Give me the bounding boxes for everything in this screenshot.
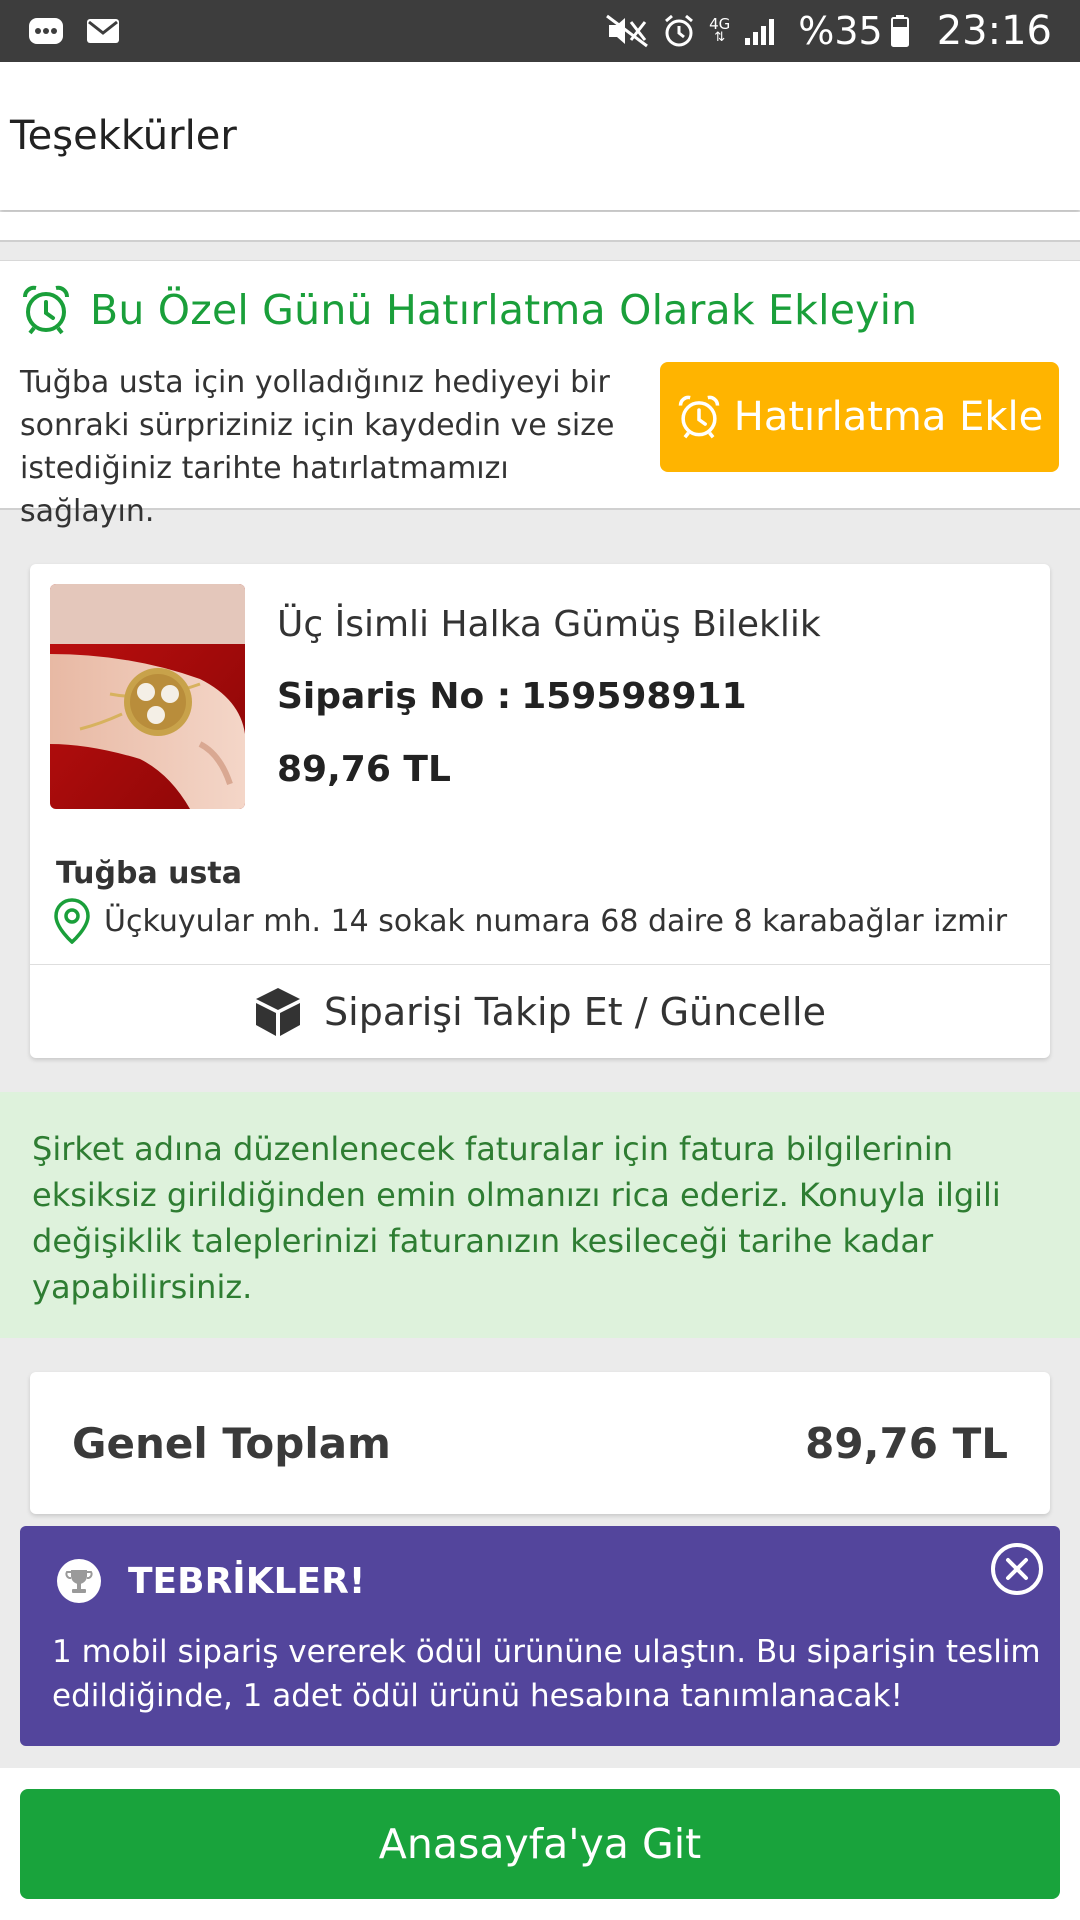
close-icon[interactable] [990, 1542, 1044, 1596]
reminder-card: Bu Özel Günü Hatırlatma Olarak Ekleyin T… [0, 260, 1080, 529]
go-home-label: Anasayfa'ya Git [378, 1820, 702, 1868]
status-bar: 4G ⇅ %35 23:16 [0, 0, 1080, 62]
battery-icon [890, 15, 909, 47]
product-image[interactable] [50, 584, 245, 809]
order-number-value: 159598911 [521, 676, 747, 717]
congrats-title: TEBRİKLER! [128, 1560, 366, 1602]
congrats-heading: TEBRİKLER! [56, 1558, 365, 1604]
mail-icon [86, 17, 120, 45]
network-label: 4G [709, 15, 731, 33]
package-icon [254, 986, 302, 1038]
page-title: Teşekkürler [10, 113, 237, 159]
mute-icon [605, 14, 649, 48]
app-header: Teşekkürler [0, 62, 1080, 210]
product-name: Üç İsimli Halka Gümüş Bileklik [277, 604, 821, 645]
recipient-name: Tuğba usta [56, 856, 242, 891]
alarm-clock-icon [676, 395, 722, 439]
reminder-description: Tuğba usta için yolladığınız hediyeyi bi… [20, 365, 615, 529]
alarm-icon [663, 14, 695, 48]
track-order-label: Siparişi Takip Et / Güncelle [324, 989, 826, 1034]
order-number: Sipariş No :159598911 [277, 676, 747, 717]
battery-percent: %35 [798, 9, 883, 53]
add-reminder-button[interactable]: Hatırlatma Ekle [660, 362, 1059, 472]
alarm-clock-icon [20, 285, 72, 335]
network-4g-icon: 4G ⇅ [709, 15, 731, 45]
total-label: Genel Toplam [72, 1418, 391, 1468]
address-text: Üçkuyular mh. 14 sokak numara 68 daire 8… [104, 903, 1008, 939]
header-divider [0, 212, 1080, 242]
congrats-banner: TEBRİKLER! 1 mobil sipariş vererek ödül … [20, 1526, 1060, 1746]
total-value: 89,76 TL [805, 1418, 1008, 1468]
invoice-info-note: Şirket adına düzenlenecek faturalar için… [0, 1092, 1080, 1338]
clock: 23:16 [936, 8, 1052, 54]
reminder-title: Bu Özel Günü Hatırlatma Olarak Ekleyin [90, 286, 918, 334]
go-home-button[interactable]: Anasayfa'ya Git [20, 1789, 1060, 1899]
trophy-icon [56, 1558, 102, 1604]
order-number-label: Sipariş No : [277, 676, 512, 717]
total-card: Genel Toplam 89,76 TL [30, 1372, 1050, 1514]
congrats-message: 1 mobil sipariş vererek ödül ürününe ula… [52, 1634, 1041, 1714]
chat-icon [28, 16, 64, 46]
delivery-address: Üçkuyular mh. 14 sokak numara 68 daire 8… [54, 898, 1007, 944]
track-order-button[interactable]: Siparişi Takip Et / Güncelle [30, 964, 1050, 1058]
add-reminder-label: Hatırlatma Ekle [733, 394, 1044, 440]
signal-icon [744, 16, 778, 46]
location-pin-icon [54, 898, 90, 944]
order-card: Üç İsimli Halka Gümüş Bileklik Sipariş N… [30, 564, 1050, 1058]
reminder-heading: Bu Özel Günü Hatırlatma Olarak Ekleyin [20, 285, 917, 335]
order-price: 89,76 TL [277, 749, 451, 790]
